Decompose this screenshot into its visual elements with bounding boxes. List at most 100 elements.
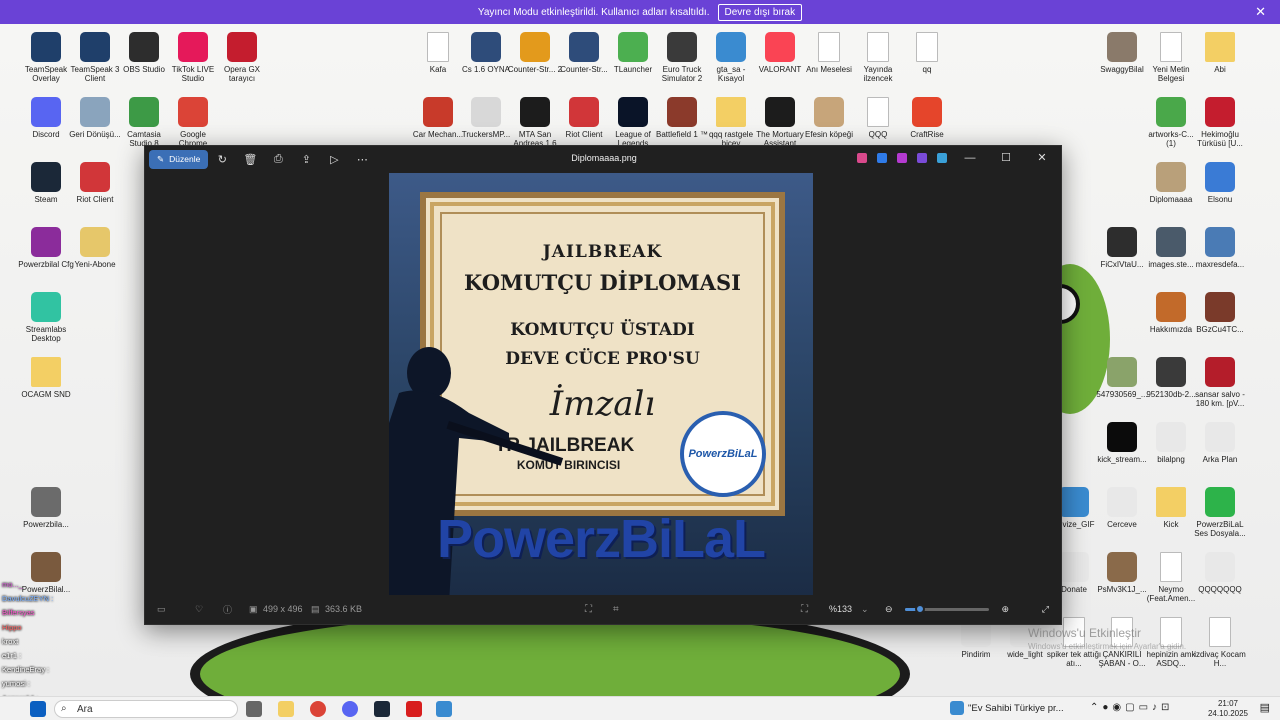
- tray-icons[interactable]: ⌃●◉▢▭♪⊡: [1090, 702, 1173, 713]
- desktop-icon[interactable]: sansar salvo - 180 km. [pV...: [1192, 357, 1248, 408]
- desktop-icon[interactable]: bilalpng: [1143, 422, 1199, 464]
- media-icon[interactable]: [406, 701, 422, 717]
- desktop-icon[interactable]: Google Chrome: [165, 97, 221, 148]
- desktop-icon[interactable]: TeamSpeak 3 Client: [67, 32, 123, 83]
- desktop-icon[interactable]: VALORANT: [752, 32, 808, 74]
- chevron-down-icon[interactable]: ⌄: [861, 604, 869, 615]
- desktop-icon[interactable]: Yeni-Abone: [67, 227, 123, 269]
- desktop-icon[interactable]: gta_sa - Kısayol: [703, 32, 759, 83]
- zoom-in-icon[interactable]: ⊕: [1001, 604, 1009, 615]
- desktop-icon[interactable]: Riot Client: [67, 162, 123, 204]
- start-icon[interactable]: [30, 701, 46, 717]
- desktop-icon[interactable]: Euro Truck Simulator 2: [654, 32, 710, 83]
- share-icon[interactable]: ⇪: [292, 153, 320, 166]
- desktop-icon[interactable]: Geri Dönüşü...: [67, 97, 123, 139]
- desktop-icon[interactable]: TLauncher: [605, 32, 661, 74]
- desktop-icon[interactable]: images.ste...: [1143, 227, 1199, 269]
- delete-icon[interactable]: 🗑: [236, 153, 264, 166]
- desktop-icon[interactable]: BGzCu4TC...: [1192, 292, 1248, 334]
- desktop-icon[interactable]: TeamSpeak Overlay: [18, 32, 74, 83]
- maximize-icon[interactable]: ☐: [993, 151, 1019, 164]
- desktop-icon[interactable]: maxresdefa...: [1192, 227, 1248, 269]
- desktop-icon[interactable]: The Mortuary Assistant: [752, 97, 808, 148]
- desktop-icon[interactable]: Streamlabs Desktop: [18, 292, 74, 343]
- desktop-icon[interactable]: artworks-C... (1): [1143, 97, 1199, 148]
- desktop-icon[interactable]: Hekimoğlu Türküsü [U...: [1192, 97, 1248, 148]
- desktop-icon[interactable]: TikTok LIVE Studio: [165, 32, 221, 83]
- crop-icon[interactable]: ⛶: [585, 604, 592, 615]
- desktop-icon[interactable]: Yayında ilzencek: [850, 32, 906, 83]
- zoom-out-icon[interactable]: ⊖: [885, 604, 893, 615]
- image-canvas[interactable]: JAILBREAK KOMUTÇU DİPLOMASI KOMUTÇU ÜSTA…: [389, 173, 813, 595]
- desktop-icon[interactable]: Discord: [18, 97, 74, 139]
- desktop-icon[interactable]: Battlefield 1 ™: [654, 97, 710, 139]
- desktop-icon[interactable]: FiCxIVtaU...: [1094, 227, 1150, 269]
- print-icon[interactable]: ⎙: [264, 153, 292, 166]
- desktop-icon[interactable]: Opera GX tarayıcı: [214, 32, 270, 83]
- desktop-icon[interactable]: Neymo (Feat.Amen...: [1143, 552, 1199, 603]
- desktop-icon[interactable]: Yeni Metin Belgesi: [1143, 32, 1199, 83]
- disable-button[interactable]: Devre dışı bırak: [717, 3, 803, 21]
- steam-icon[interactable]: [374, 701, 390, 717]
- zoom-knob[interactable]: [915, 604, 926, 614]
- desktop-icon[interactable]: kick_stream...: [1094, 422, 1150, 464]
- desktop-icon[interactable]: qqq rastgele bicey: [703, 97, 759, 148]
- desktop-icon[interactable]: Steam: [18, 162, 74, 204]
- desktop-icon[interactable]: Camtasia Studio 8: [116, 97, 172, 148]
- zoom-value[interactable]: %133: [829, 604, 852, 614]
- desktop-icon[interactable]: OBS Studio: [116, 32, 172, 74]
- scan-icon[interactable]: ⌗: [613, 604, 619, 615]
- copilot-icon[interactable]: [857, 152, 867, 163]
- desktop-icon[interactable]: Cs 1.6 OYNA: [458, 32, 514, 74]
- clock[interactable]: 21:07 24.10.2025: [1208, 699, 1248, 719]
- app-icon[interactable]: [937, 152, 947, 163]
- desktop-icon[interactable]: Elsonu: [1192, 162, 1248, 204]
- photos-icon[interactable]: [436, 701, 452, 717]
- news-widget[interactable]: "Ev Sahibi Türkiye pr...: [968, 703, 1064, 714]
- desktop-icon[interactable]: 547930569_...: [1094, 357, 1150, 399]
- desktop-icon[interactable]: CraftRise: [899, 97, 955, 139]
- slideshow-icon[interactable]: ▷: [320, 153, 348, 166]
- desktop-icon[interactable]: OCAGM SND: [18, 357, 74, 399]
- close-icon[interactable]: ✕: [1255, 4, 1266, 20]
- desktop-icon[interactable]: Arka Plan: [1192, 422, 1248, 464]
- desktop-icon[interactable]: SwaggyBilal: [1094, 32, 1150, 74]
- more-icon[interactable]: ⋯: [348, 153, 376, 166]
- desktop-icon[interactable]: qq: [899, 32, 955, 74]
- desktop-icon[interactable]: TruckersMP...: [458, 97, 514, 139]
- minimize-icon[interactable]: —: [957, 152, 983, 164]
- desktop-icon[interactable]: Anı Meselesi: [801, 32, 857, 74]
- desktop-icon[interactable]: Kick: [1143, 487, 1199, 529]
- desktop-icon[interactable]: Powerzbila...: [18, 487, 74, 529]
- rotate-icon[interactable]: ↻: [208, 153, 236, 166]
- desktop-icon[interactable]: Riot Client: [556, 97, 612, 139]
- close-icon[interactable]: ✕: [1029, 151, 1055, 164]
- desktop-icon[interactable]: Powerzbilal Cfg: [18, 227, 74, 269]
- app-icon[interactable]: [917, 152, 927, 163]
- desktop-icon[interactable]: PsMv3K1J_...: [1094, 552, 1150, 594]
- desktop-icon[interactable]: Counter-Str...: [556, 32, 612, 74]
- filmstrip-icon[interactable]: ▭: [157, 604, 166, 615]
- fullscreen-icon[interactable]: ⤢: [1042, 604, 1049, 615]
- notification-icon[interactable]: ▤: [1260, 701, 1270, 714]
- explorer-icon[interactable]: [278, 701, 294, 717]
- app-icon[interactable]: [897, 152, 907, 163]
- desktop-icon[interactable]: Abi: [1192, 32, 1248, 74]
- desktop-icon[interactable]: QQQ: [850, 97, 906, 139]
- desktop-icon[interactable]: Cerceve: [1094, 487, 1150, 529]
- desktop-icon[interactable]: League of Legends: [605, 97, 661, 148]
- desktop-icon[interactable]: 952130db-2...: [1143, 357, 1199, 399]
- desktop-icon[interactable]: Efesin köpeği: [801, 97, 857, 139]
- desktop-icon[interactable]: izdivaç Kocam H...: [1192, 617, 1248, 668]
- zoom-slider[interactable]: [905, 604, 989, 614]
- edit-button[interactable]: ✎ Düzenle: [149, 149, 209, 169]
- favorite-icon[interactable]: ♡: [195, 604, 203, 615]
- info-icon[interactable]: ⓘ: [223, 603, 232, 616]
- task-view-icon[interactable]: [246, 701, 262, 717]
- discord-icon[interactable]: [342, 701, 358, 717]
- desktop-icon[interactable]: PowerzBiLaL Ses Dosyala...: [1192, 487, 1248, 538]
- chrome-icon[interactable]: [310, 701, 326, 717]
- desktop-icon[interactable]: QQQQQQQ: [1192, 552, 1248, 594]
- app-icon[interactable]: [877, 152, 887, 163]
- search-box[interactable]: ⌕ Ara: [54, 700, 238, 718]
